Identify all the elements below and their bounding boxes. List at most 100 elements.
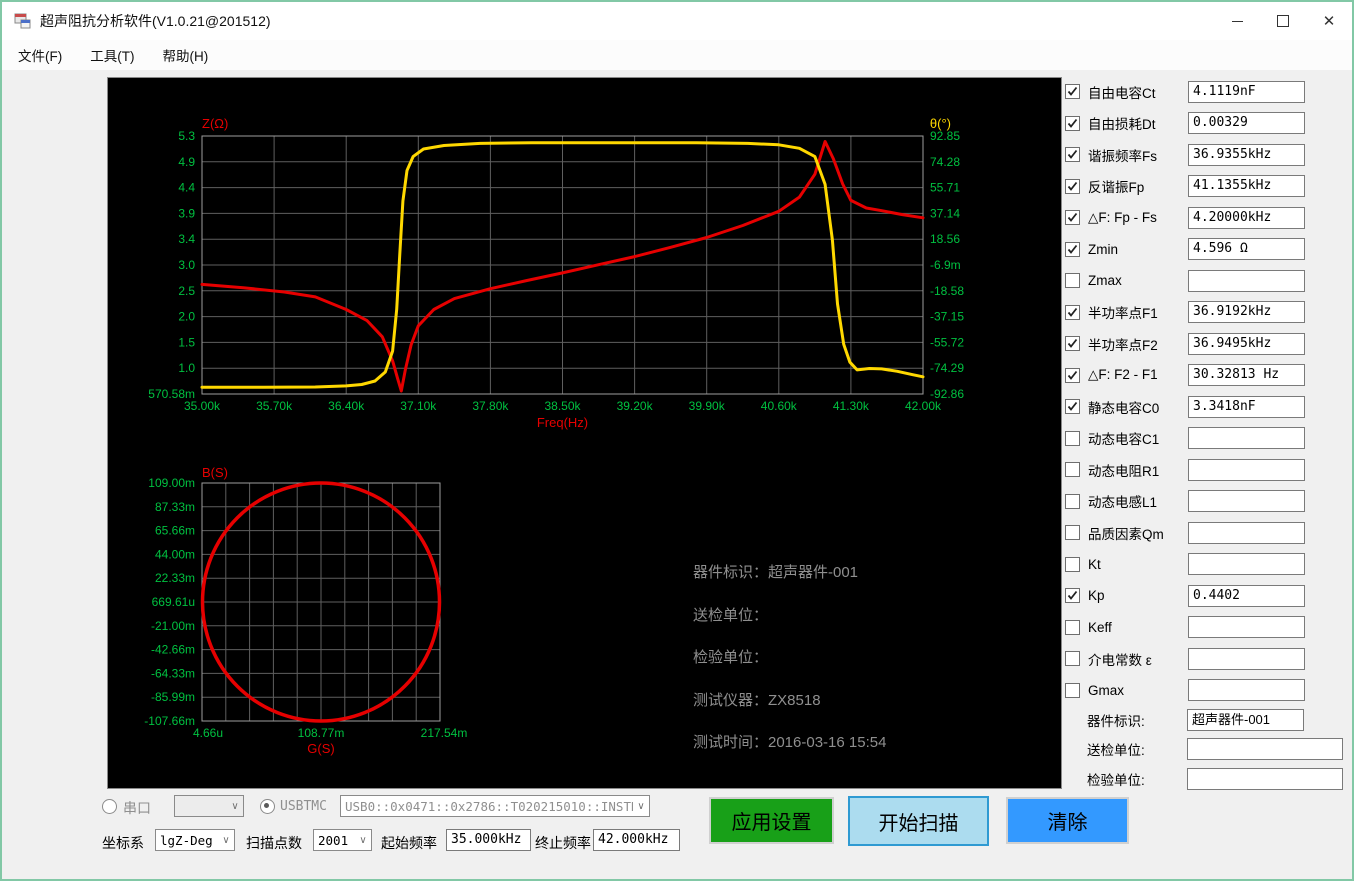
sweep-points-combo[interactable]: 2001 ∨ [313,829,372,851]
param-checkbox-11[interactable] [1065,430,1080,446]
svg-text:92.85: 92.85 [930,129,960,143]
param-label: Zmax [1088,273,1122,289]
param-checkbox-12[interactable] [1065,462,1080,478]
param-row: 反谐振Fp 41.1355kHz [1065,171,1352,203]
param-value-input[interactable] [1188,269,1305,292]
device-field-input[interactable] [1187,738,1343,761]
param-checkbox-19[interactable] [1065,682,1080,698]
clear-button[interactable]: 清除 [1006,797,1129,844]
param-checkbox-16[interactable] [1065,588,1080,604]
param-label: Gmax [1088,682,1125,698]
svg-text:37.14: 37.14 [930,206,960,220]
device-field-input[interactable] [1187,767,1343,790]
svg-text:37.10k: 37.10k [400,399,437,413]
param-value-input[interactable] [1188,647,1305,670]
minimize-button[interactable] [1214,2,1260,40]
maximize-icon [1277,15,1289,27]
chevron-down-icon: ∨ [637,800,645,812]
param-row: 动态电感L1 [1065,486,1352,518]
device-fields: 器件标识: 超声器件-001 送检单位: 检验单位: [1065,705,1352,794]
minimize-icon [1231,20,1243,22]
param-checkbox-17[interactable] [1065,619,1080,635]
param-value-input[interactable]: 4.20000kHz [1188,206,1305,229]
param-checkbox-15[interactable] [1065,556,1080,572]
param-value-input[interactable]: 0.4402 [1188,584,1305,607]
device-field-label: 器件标识: [1087,713,1145,729]
param-value-input[interactable]: 30.32813 Hz [1188,364,1305,387]
svg-text:74.28: 74.28 [930,155,960,169]
param-checkbox-6[interactable] [1065,273,1080,289]
param-value-input[interactable] [1188,679,1305,702]
param-label: Kp [1088,588,1105,604]
param-checkbox-4[interactable] [1065,210,1080,226]
param-value-input[interactable] [1188,490,1305,513]
device-field-label: 送检单位: [1087,743,1145,759]
param-checkbox-5[interactable] [1065,241,1080,257]
svg-text:108.77m: 108.77m [298,726,345,740]
param-checkbox-0[interactable] [1065,84,1080,100]
param-checkbox-14[interactable] [1065,525,1080,541]
param-checkbox-2[interactable] [1065,147,1080,163]
serial-port-combo[interactable]: ∨ [174,795,244,817]
param-value-input[interactable]: 36.9355kHz [1188,143,1305,166]
serial-radio[interactable] [102,799,117,814]
svg-text:39.20k: 39.20k [617,399,654,413]
param-value-input[interactable]: 4.1119nF [1188,80,1305,103]
param-value-input[interactable]: 4.596 Ω [1188,238,1305,261]
param-checkbox-9[interactable] [1065,367,1080,383]
param-row: Kt [1065,549,1352,581]
sweep-points-value: 2001 [318,832,349,848]
menu-help[interactable]: 帮助(H) [151,41,221,69]
svg-text:18.56: 18.56 [930,232,960,246]
stop-freq-label: 终止频率 [535,835,591,851]
stop-freq-input[interactable]: 42.000kHz [593,829,680,851]
coord-system-value: lgZ-Deg [160,832,213,848]
param-checkbox-3[interactable] [1065,178,1080,194]
param-value-input[interactable] [1188,427,1305,450]
param-checkbox-1[interactable] [1065,115,1080,131]
param-value-input[interactable] [1188,521,1305,544]
info-inspect-unit: 检验单位： [693,649,769,666]
start-freq-input[interactable]: 35.000kHz [446,829,531,851]
start-scan-button[interactable]: 开始扫描 [848,796,989,846]
usbtmc-address-combo[interactable]: USB0::0x0471::0x2786::T020215010::INSTR … [340,795,650,817]
parameter-panel: 自由电容Ct 4.1119nF 自由损耗Dt 0.00329 谐振频率Fs 36.9355… [1065,76,1352,706]
device-field-row: 检验单位: [1065,764,1352,794]
maximize-button[interactable] [1260,2,1306,40]
device-field-input[interactable]: 超声器件-001 [1187,708,1304,731]
param-row: Zmax [1065,265,1352,297]
param-checkbox-10[interactable] [1065,399,1080,415]
param-value-input[interactable]: 0.00329 [1188,112,1305,135]
param-value-input[interactable]: 36.9192kHz [1188,301,1305,324]
param-value-input[interactable] [1188,553,1305,576]
param-checkbox-18[interactable] [1065,651,1080,667]
svg-text:3.9: 3.9 [178,206,195,220]
menu-bar: 文件(F) 工具(T) 帮助(H) [2,40,1352,70]
svg-text:36.40k: 36.40k [328,399,365,413]
param-label: 反谐振Fp [1088,180,1145,196]
param-value-input[interactable] [1188,616,1305,639]
sweep-points-label: 扫描点数 [246,835,302,851]
param-row: Kp 0.4402 [1065,580,1352,612]
param-value-input[interactable]: 3.3418nF [1188,395,1305,418]
apply-settings-button[interactable]: 应用设置 [709,797,834,844]
param-row: Zmin 4.596 Ω [1065,234,1352,266]
svg-text:38.50k: 38.50k [544,399,581,413]
info-submit-unit: 送检单位： [693,606,769,624]
param-value-input[interactable]: 36.9495kHz [1188,332,1305,355]
svg-text:39.90k: 39.90k [689,399,726,413]
menu-file[interactable]: 文件(F) [6,41,74,69]
menu-tools[interactable]: 工具(T) [78,41,146,69]
param-checkbox-13[interactable] [1065,493,1080,509]
coord-system-combo[interactable]: lgZ-Deg ∨ [155,829,235,851]
close-button[interactable]: ✕ [1306,2,1352,40]
param-checkbox-8[interactable] [1065,336,1080,352]
param-value-input[interactable]: 41.1355kHz [1188,175,1305,198]
param-checkbox-7[interactable] [1065,304,1080,320]
usbtmc-radio[interactable] [260,799,275,814]
svg-text:4.9: 4.9 [178,155,195,169]
svg-text:65.66m: 65.66m [155,524,195,538]
param-value-input[interactable] [1188,458,1305,481]
svg-text:109.00m: 109.00m [148,476,195,490]
svg-text:θ(°): θ(°) [930,116,951,131]
